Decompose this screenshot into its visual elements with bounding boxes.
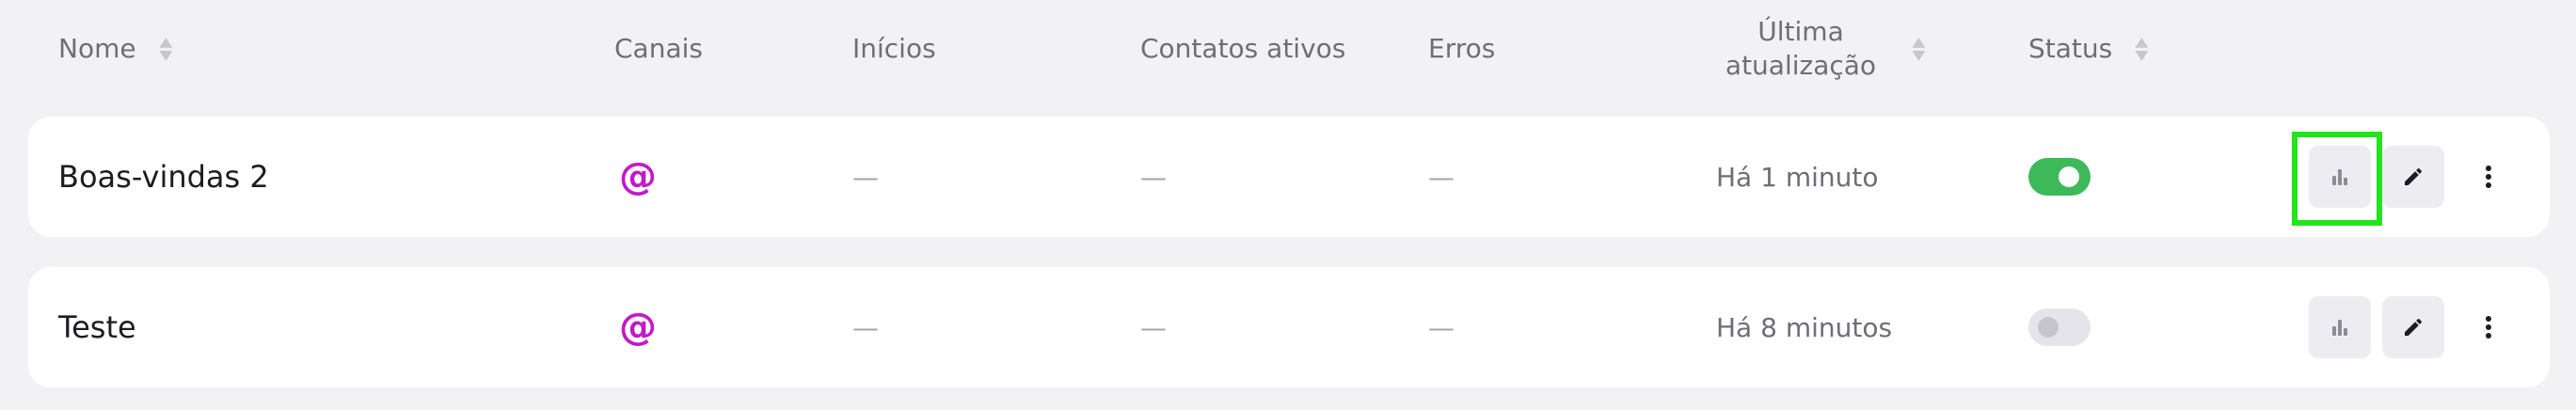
column-header-name-label: Nome — [58, 33, 136, 64]
column-header-active-contacts: Contatos ativos — [1140, 30, 1345, 68]
flow-name[interactable]: Boas-vindas 2 — [58, 117, 269, 237]
sort-icon[interactable]: ▲ ▼ — [159, 36, 172, 62]
toggle-knob — [2038, 317, 2059, 338]
column-header-last-update-label: Última atualização — [1707, 15, 1895, 83]
column-header-channels-label: Canais — [614, 33, 703, 64]
edit-button[interactable] — [2382, 296, 2444, 358]
column-header-status-label: Status — [2028, 33, 2113, 64]
pencil-icon — [2405, 167, 2423, 185]
flows-table: Nome ▲ ▼ Canais Inícios Contatos ativos E… — [0, 0, 2576, 410]
focus-highlight — [2292, 132, 2382, 226]
column-header-active-contacts-label: Contatos ativos — [1140, 33, 1346, 64]
more-vertical-icon — [2486, 166, 2491, 188]
status-toggle[interactable] — [2028, 267, 2091, 387]
column-header-starts: Inícios — [852, 30, 936, 68]
at-channel-icon: @ — [619, 155, 657, 198]
column-header-last-update-line1: Última — [1757, 16, 1844, 47]
active-contacts-value: — — [1140, 311, 1167, 343]
status-toggle[interactable] — [2028, 117, 2091, 237]
bar-chart-icon — [2332, 320, 2347, 336]
starts-value: — — [852, 311, 879, 343]
column-header-last-update-line2: atualização — [1725, 50, 1877, 81]
column-header-starts-label: Inícios — [852, 33, 936, 64]
toggle-knob — [2059, 166, 2079, 187]
last-update-value: Há 8 minutos — [1716, 311, 1893, 343]
column-header-errors-label: Erros — [1428, 33, 1496, 64]
table-row[interactable]: Teste @ — — — Há 8 minutos — [28, 267, 2550, 387]
column-header-name[interactable]: Nome ▲ ▼ — [58, 30, 172, 68]
column-header-channels: Canais — [614, 30, 703, 68]
table-row[interactable]: Boas-vindas 2 @ — — — Há 1 minuto — [28, 117, 2550, 237]
more-options-button[interactable] — [2470, 296, 2507, 358]
last-update-value: Há 1 minuto — [1716, 161, 1879, 193]
column-header-errors: Erros — [1428, 30, 1495, 68]
errors-value: — — [1428, 161, 1455, 193]
errors-value: — — [1428, 311, 1455, 343]
sort-icon[interactable]: ▲ ▼ — [1912, 36, 1925, 62]
more-vertical-icon — [2486, 316, 2491, 339]
starts-value: — — [852, 161, 879, 193]
edit-button[interactable] — [2382, 146, 2444, 208]
column-header-last-update[interactable]: Última atualização ▲ ▼ — [1707, 13, 1925, 85]
flow-name[interactable]: Teste — [58, 267, 136, 387]
more-options-button[interactable] — [2470, 146, 2507, 208]
sort-icon[interactable]: ▲ ▼ — [2136, 36, 2149, 62]
table-header: Nome ▲ ▼ Canais Inícios Contatos ativos E… — [0, 0, 2576, 98]
at-channel-icon: @ — [619, 306, 657, 349]
pencil-icon — [2405, 318, 2423, 336]
active-contacts-value: — — [1140, 161, 1167, 193]
stats-button[interactable] — [2309, 296, 2371, 358]
column-header-status[interactable]: Status ▲ ▼ — [2028, 30, 2149, 68]
toggle-switch[interactable] — [2028, 158, 2091, 196]
toggle-switch[interactable] — [2028, 308, 2091, 346]
